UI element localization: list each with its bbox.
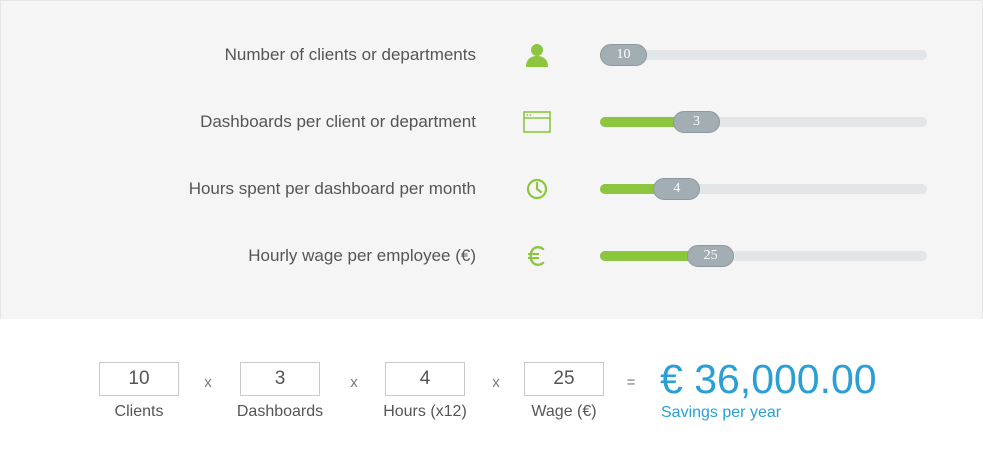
wage-label: Wage (€) xyxy=(531,403,597,420)
slider-label-clients: Number of clients or departments xyxy=(224,45,476,64)
slider-row-hours: Hours spent per dashboard per month 4 xyxy=(1,169,983,209)
multiply-sign: x xyxy=(350,374,358,391)
wage-value-box: 25 xyxy=(524,362,604,396)
multiply-sign: x xyxy=(492,374,500,391)
slider-handle[interactable]: 10 xyxy=(600,44,647,66)
hours-slider[interactable]: 4 xyxy=(600,178,927,200)
slider-row-clients: Number of clients or departments 10 xyxy=(1,35,983,75)
hours-label: Hours (x12) xyxy=(383,403,467,420)
calculation-summary: 10 Clients x 3 Dashboards x 4 Hours (x12… xyxy=(0,319,983,468)
wage-slider[interactable]: 25 xyxy=(600,245,927,267)
multiply-sign: x xyxy=(204,374,212,391)
dashboards-value-box: 3 xyxy=(240,362,320,396)
browser-window-icon xyxy=(521,108,553,136)
clients-value-box: 10 xyxy=(99,362,179,396)
dashboards-slider[interactable]: 3 xyxy=(600,111,927,133)
slider-handle[interactable]: 25 xyxy=(687,245,735,267)
slider-label-dashboards: Dashboards per client or department xyxy=(200,112,476,131)
slider-handle[interactable]: 3 xyxy=(673,111,721,133)
dashboards-label: Dashboards xyxy=(236,403,324,420)
euro-icon xyxy=(521,242,553,270)
calculator-inputs-panel: Number of clients or departments 10 Dash… xyxy=(0,0,983,319)
slider-row-wage: Hourly wage per employee (€) 25 xyxy=(1,236,983,276)
clients-slider[interactable]: 10 xyxy=(600,44,927,66)
slider-row-dashboards: Dashboards per client or department 3 xyxy=(1,102,983,142)
hours-value-box: 4 xyxy=(385,362,465,396)
clock-icon xyxy=(521,175,553,203)
savings-total: € 36,000.00 xyxy=(660,356,877,402)
equals-sign: = xyxy=(626,374,636,391)
user-icon xyxy=(521,41,553,69)
clients-label: Clients xyxy=(114,403,164,420)
savings-total-label: Savings per year xyxy=(661,404,782,421)
slider-track[interactable] xyxy=(600,50,927,60)
slider-label-hours: Hours spent per dashboard per month xyxy=(188,179,476,198)
slider-handle[interactable]: 4 xyxy=(653,178,701,200)
slider-label-wage: Hourly wage per employee (€) xyxy=(248,246,476,265)
